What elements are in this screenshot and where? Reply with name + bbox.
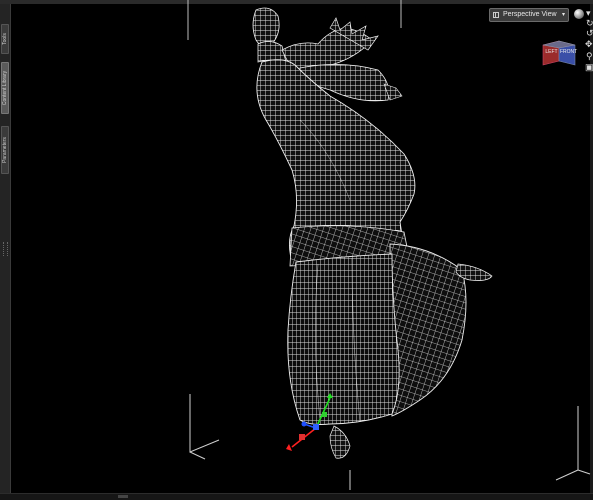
pan-icon[interactable]: ✥ [585, 39, 593, 49]
arrow-icon[interactable]: ▾ [586, 8, 591, 18]
viewport-scene[interactable] [0, 0, 593, 500]
chevron-down-icon: ▾ [561, 12, 565, 18]
orbit-icon[interactable]: ↺ [586, 28, 593, 38]
camera-view-icon [493, 12, 499, 18]
view-selector-dropdown[interactable]: Perspective View ▾ [489, 8, 569, 22]
bottom-scroll-thumb[interactable] [118, 495, 128, 498]
bottom-status-bar [0, 493, 593, 500]
sphere-preview-icon[interactable] [574, 9, 584, 19]
zoom-icon[interactable]: ⚲ [586, 51, 593, 61]
wireframe-figure[interactable] [252, 7, 493, 459]
rotate-icon[interactable]: ↻ [586, 18, 593, 28]
view-selector-label: Perspective View [503, 11, 557, 18]
frame-icon[interactable]: ▣ [585, 62, 593, 72]
view-cube[interactable] [541, 39, 577, 67]
